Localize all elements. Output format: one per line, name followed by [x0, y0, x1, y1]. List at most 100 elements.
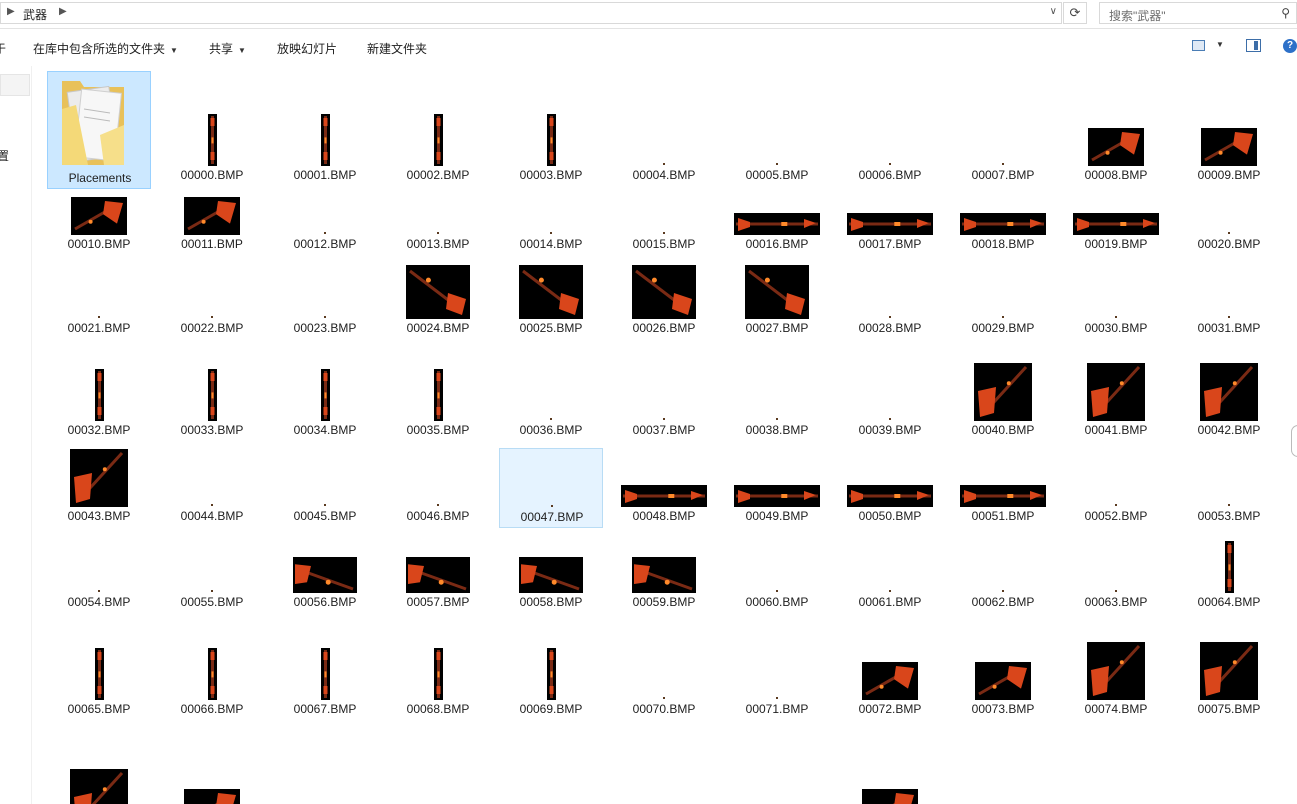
new-folder-button[interactable]: 新建文件夹	[367, 40, 427, 57]
file-item[interactable]: 00063.BMP	[1064, 534, 1168, 614]
file-item[interactable]: 00043.BMP	[47, 448, 151, 528]
file-item[interactable]	[160, 727, 264, 804]
change-view-icon[interactable]	[1192, 40, 1205, 51]
file-item[interactable]: 00021.BMP	[47, 262, 151, 340]
file-item[interactable]: 00010.BMP	[47, 190, 151, 256]
file-item[interactable]: 00035.BMP	[386, 346, 490, 442]
file-item[interactable]: 00039.BMP	[838, 346, 942, 442]
file-item[interactable]: 00016.BMP	[725, 190, 829, 256]
file-item[interactable]: 00068.BMP	[386, 620, 490, 721]
file-item[interactable]: 00019.BMP	[1064, 190, 1168, 256]
file-item[interactable]: 00006.BMP	[838, 71, 942, 187]
location-arrow-icon[interactable]: ▶	[7, 6, 15, 17]
file-item[interactable]: 00028.BMP	[838, 262, 942, 340]
file-item[interactable]: 00061.BMP	[838, 534, 942, 614]
file-item[interactable]	[273, 727, 377, 804]
file-item[interactable]: 00027.BMP	[725, 262, 829, 340]
file-item[interactable]: 00057.BMP	[386, 534, 490, 614]
file-item[interactable]: 00031.BMP	[1177, 262, 1281, 340]
file-item[interactable]: 00018.BMP	[951, 190, 1055, 256]
file-item[interactable]: 00001.BMP	[273, 71, 377, 187]
file-item[interactable]: 00042.BMP	[1177, 346, 1281, 442]
file-item[interactable]: 00071.BMP	[725, 620, 829, 721]
file-item[interactable]: 00067.BMP	[273, 620, 377, 721]
file-item[interactable]: 00007.BMP	[951, 71, 1055, 187]
search-icon[interactable]: ⚲	[1281, 6, 1290, 20]
file-item[interactable]: 00002.BMP	[386, 71, 490, 187]
file-item[interactable]: 00012.BMP	[273, 190, 377, 256]
file-item[interactable]: 00015.BMP	[612, 190, 716, 256]
file-item[interactable]: 00073.BMP	[951, 620, 1055, 721]
folder-item[interactable]: Placements	[47, 71, 151, 189]
file-item[interactable]	[499, 727, 603, 804]
file-item[interactable]: 00075.BMP	[1177, 620, 1281, 721]
toolbar-edge-label[interactable]: 于	[0, 40, 6, 57]
file-item[interactable]: 00037.BMP	[612, 346, 716, 442]
address-dropdown-icon[interactable]: ∨	[1050, 6, 1057, 17]
file-item[interactable]: 00023.BMP	[273, 262, 377, 340]
file-item[interactable]: 00033.BMP	[160, 346, 264, 442]
file-item[interactable]: 00026.BMP	[612, 262, 716, 340]
slideshow-button[interactable]: 放映幻灯片	[277, 40, 337, 57]
file-item[interactable]: 00060.BMP	[725, 534, 829, 614]
file-item[interactable]: 00022.BMP	[160, 262, 264, 340]
file-item[interactable]: 00051.BMP	[951, 448, 1055, 528]
file-item[interactable]: 00009.BMP	[1177, 71, 1281, 187]
file-item[interactable]: 00032.BMP	[47, 346, 151, 442]
file-item[interactable]: 00046.BMP	[386, 448, 490, 528]
breadcrumb[interactable]: 武器	[23, 6, 47, 23]
include-in-library-button[interactable]: 在库中包含所选的文件夹 ▼	[33, 40, 178, 57]
file-item[interactable]: 00004.BMP	[612, 71, 716, 187]
file-item[interactable]: 00059.BMP	[612, 534, 716, 614]
file-item[interactable]: 00005.BMP	[725, 71, 829, 187]
file-item[interactable]: 00053.BMP	[1177, 448, 1281, 528]
file-item[interactable]: 00008.BMP	[1064, 71, 1168, 187]
nav-item-label[interactable]: 置	[0, 147, 9, 164]
file-item[interactable]: 00052.BMP	[1064, 448, 1168, 528]
file-item[interactable]: 00014.BMP	[499, 190, 603, 256]
file-item[interactable]: 00056.BMP	[273, 534, 377, 614]
file-item[interactable]	[386, 727, 490, 804]
file-item[interactable]	[725, 727, 829, 804]
breadcrumb-chevron-icon[interactable]: ▶	[59, 6, 67, 17]
file-item[interactable]: 00062.BMP	[951, 534, 1055, 614]
file-item[interactable]: 00058.BMP	[499, 534, 603, 614]
file-item[interactable]: 00013.BMP	[386, 190, 490, 256]
file-item[interactable]: 00074.BMP	[1064, 620, 1168, 721]
help-icon[interactable]: ?	[1283, 39, 1297, 53]
file-item[interactable]: 00038.BMP	[725, 346, 829, 442]
share-button[interactable]: 共享 ▼	[209, 40, 246, 57]
view-dropdown-icon[interactable]: ▼	[1216, 40, 1224, 49]
file-item[interactable]: 00017.BMP	[838, 190, 942, 256]
nav-item[interactable]	[0, 74, 30, 96]
file-item[interactable]: 00040.BMP	[951, 346, 1055, 442]
search-input[interactable]: 搜索"武器" ⚲	[1099, 2, 1297, 24]
file-item[interactable]	[1064, 727, 1168, 804]
file-item[interactable]	[951, 727, 1055, 804]
file-item[interactable]: 00041.BMP	[1064, 346, 1168, 442]
file-item[interactable]: 00030.BMP	[1064, 262, 1168, 340]
file-item[interactable]: 00011.BMP	[160, 190, 264, 256]
file-item[interactable]: 00029.BMP	[951, 262, 1055, 340]
file-item[interactable]: 00055.BMP	[160, 534, 264, 614]
file-item[interactable]: 00069.BMP	[499, 620, 603, 721]
file-item[interactable]: 00050.BMP	[838, 448, 942, 528]
file-item[interactable]: 00049.BMP	[725, 448, 829, 528]
file-item[interactable]: 00070.BMP	[612, 620, 716, 721]
address-bar[interactable]: ▶ 武器 ▶ ∨	[0, 2, 1062, 24]
file-item[interactable]: 00047.BMP	[499, 448, 603, 528]
file-item[interactable]: 00064.BMP	[1177, 534, 1281, 614]
file-item[interactable]: 00020.BMP	[1177, 190, 1281, 256]
file-item[interactable]: 00000.BMP	[160, 71, 264, 187]
file-item[interactable]	[838, 727, 942, 804]
refresh-button[interactable]: ⟳	[1063, 2, 1087, 24]
file-item[interactable]: 00065.BMP	[47, 620, 151, 721]
file-item[interactable]: 00054.BMP	[47, 534, 151, 614]
file-item[interactable]: 00024.BMP	[386, 262, 490, 340]
file-item[interactable]: 00048.BMP	[612, 448, 716, 528]
file-item[interactable]: 00044.BMP	[160, 448, 264, 528]
scrollbar-thumb[interactable]	[1291, 425, 1297, 457]
file-item[interactable]	[47, 727, 151, 804]
file-item[interactable]: 00072.BMP	[838, 620, 942, 721]
file-item[interactable]: 00003.BMP	[499, 71, 603, 187]
